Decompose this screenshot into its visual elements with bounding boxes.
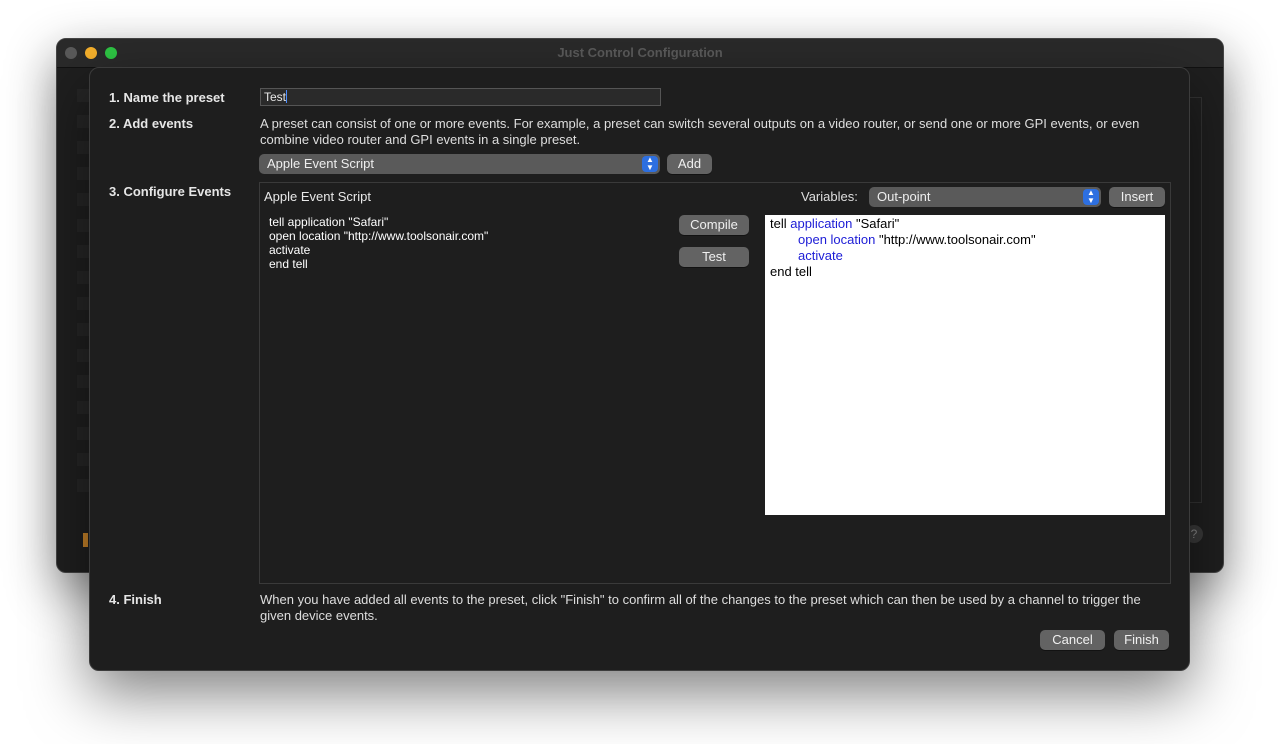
variables-label: Variables: — [801, 189, 858, 204]
text-cursor — [286, 90, 288, 103]
compile-button[interactable]: Compile — [679, 215, 749, 235]
preset-configuration-sheet: 1. Name the preset Test 2. Add events A … — [89, 67, 1190, 671]
finish-description: When you have added all events to the pr… — [260, 592, 1141, 623]
window-title: Just Control Configuration — [557, 45, 723, 60]
step-name-label: 1. Name the preset — [109, 90, 225, 105]
preset-name-input[interactable]: Test — [260, 88, 661, 106]
source-line: open location "http://www.toolsonair.com… — [269, 229, 489, 243]
source-line: activate — [269, 243, 311, 257]
compiled-line: end tell — [770, 264, 812, 279]
popup-arrows-icon: ▲ ▼ — [1083, 189, 1099, 205]
background-status-indicator — [83, 533, 88, 547]
finish-button[interactable]: Finish — [1114, 630, 1169, 650]
add-event-button[interactable]: Add — [667, 154, 712, 174]
title-bar: Just Control Configuration — [57, 39, 1223, 68]
step-add-events-label: 2. Add events — [109, 116, 194, 131]
insert-variable-button[interactable]: Insert — [1109, 187, 1165, 207]
test-button[interactable]: Test — [679, 247, 749, 267]
add-events-description: A preset can consist of one or more even… — [260, 116, 1140, 147]
compiled-line: activate — [798, 248, 843, 263]
cancel-button[interactable]: Cancel — [1040, 630, 1105, 650]
popup-arrows-icon: ▲ ▼ — [642, 156, 658, 172]
preset-name-value: Test — [264, 90, 287, 104]
event-title: Apple Event Script — [264, 189, 371, 204]
compiled-script-view[interactable]: tell application "Safari" open location … — [765, 215, 1165, 515]
script-source-editor[interactable]: tell application "Safari" open location … — [269, 215, 488, 271]
event-configuration-box: Apple Event Script Variables: Out-point … — [259, 182, 1171, 584]
step-configure-label: 3. Configure Events — [109, 184, 232, 199]
compiled-line: tell application "Safari" — [770, 216, 900, 231]
step-finish-label: 4. Finish — [109, 592, 162, 607]
source-line: tell application "Safari" — [269, 215, 389, 229]
variables-selected: Out-point — [877, 189, 931, 204]
event-type-popup[interactable]: Apple Event Script ▲ ▼ — [259, 154, 660, 174]
event-type-selected: Apple Event Script — [267, 156, 374, 171]
variables-popup[interactable]: Out-point ▲ ▼ — [869, 187, 1101, 207]
source-line: end tell — [269, 257, 308, 271]
compiled-line: open location "http://www.toolsonair.com… — [798, 232, 1036, 247]
